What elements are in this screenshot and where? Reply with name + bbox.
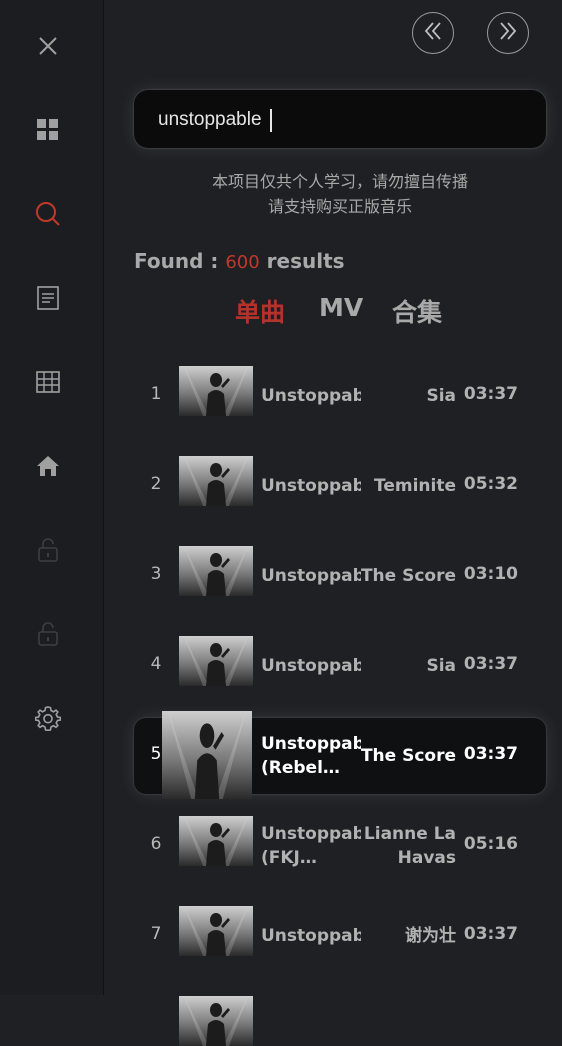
result-row[interactable]: 3 Unstoppabl The Score 03:10: [134, 538, 546, 614]
artist-line-1: Sia: [426, 386, 456, 406]
found-label: Found :: [134, 249, 219, 273]
result-row[interactable]: 2 Unstoppabl Teminite 05:32: [134, 448, 546, 524]
artist-line-1: The Score: [360, 746, 456, 766]
grid-icon[interactable]: [34, 116, 62, 144]
row-index: 1: [150, 384, 162, 404]
gear-icon[interactable]: [34, 704, 62, 732]
search-input[interactable]: [156, 104, 520, 136]
artist-name[interactable]: Teminite: [346, 474, 456, 498]
album-cover: [179, 366, 253, 416]
album-cover: [179, 636, 253, 686]
artist-line-1: Sia: [426, 656, 456, 676]
search-box: [134, 90, 546, 148]
close-icon[interactable]: [34, 32, 62, 60]
row-index: 7: [150, 924, 162, 944]
row-index: 6: [150, 834, 162, 854]
main-panel: 本项目仅共个人学习，请勿擅自传播 请支持购买正版音乐 Found : 600 r…: [104, 0, 562, 1046]
artist-line-1: The Score: [360, 566, 456, 586]
album-cover: [162, 711, 252, 799]
text-caret: [270, 109, 272, 132]
duration: 05:16: [463, 834, 518, 854]
artist-line-2: Havas: [397, 848, 456, 868]
artist-line-1: Lianne La: [363, 824, 456, 844]
sidebar: [0, 0, 104, 995]
album-cover: [179, 906, 253, 956]
artist-name[interactable]: The Score: [346, 744, 456, 768]
notice-line-2: 请支持购买正版音乐: [267, 197, 412, 216]
duration: 03:37: [463, 744, 518, 764]
artist-name[interactable]: Sia: [346, 384, 456, 408]
forward-button[interactable]: [487, 12, 529, 54]
back-button[interactable]: [412, 12, 454, 54]
double-chevron-right-icon: [497, 20, 519, 46]
artist-name[interactable]: Lianne La Havas: [346, 822, 456, 870]
duration: 03:37: [463, 654, 518, 674]
row-index: 2: [150, 474, 162, 494]
tab-singles[interactable]: 单曲: [235, 293, 285, 329]
duration: 03:10: [463, 564, 518, 584]
table-icon[interactable]: [34, 368, 62, 396]
double-chevron-left-icon: [422, 20, 444, 46]
artist-line-1: 谢为壮: [405, 926, 456, 946]
artist-name[interactable]: Sia: [346, 654, 456, 678]
duration: 03:37: [463, 384, 518, 404]
result-row[interactable]: 6 Unstoppabl (FKJ… Lianne La Havas 05:16: [134, 808, 546, 884]
album-cover: [179, 546, 253, 596]
duration: 03:37: [463, 924, 518, 944]
lock-icon: [34, 536, 62, 564]
document-icon[interactable]: [34, 284, 62, 312]
result-row[interactable]: 5 Unstoppabl (Rebel… The Score 03:37: [134, 711, 546, 799]
artist-line-1: Teminite: [374, 476, 456, 496]
result-tabs: 单曲 MV 合集: [104, 293, 562, 329]
notice-line-1: 本项目仅共个人学习，请勿擅自传播: [211, 172, 468, 191]
artist-name[interactable]: 谢为壮: [346, 924, 456, 948]
album-cover: [179, 996, 253, 1046]
album-cover: [179, 456, 253, 506]
found-count: 600: [225, 252, 260, 273]
row-index: 4: [150, 654, 162, 674]
tab-collections[interactable]: 合集: [392, 293, 442, 329]
tab-mv[interactable]: MV: [319, 293, 363, 322]
duration: 05:32: [463, 474, 518, 494]
result-row[interactable]: 7 Unstoppabl 谢为壮 03:37: [134, 898, 546, 974]
search-icon[interactable]: [34, 200, 62, 228]
home-icon[interactable]: [34, 452, 62, 480]
row-index: 3: [150, 564, 162, 584]
results-count: Found : 600 results: [134, 249, 345, 273]
artist-name[interactable]: The Score: [346, 564, 456, 588]
result-row[interactable]: 1 Unstoppabl Sia 03:37: [134, 358, 546, 434]
lock-icon: [34, 620, 62, 648]
album-cover: [179, 816, 253, 866]
result-row[interactable]: 4 Unstoppabl Sia 03:37: [134, 628, 546, 704]
found-suffix: results: [266, 249, 345, 273]
